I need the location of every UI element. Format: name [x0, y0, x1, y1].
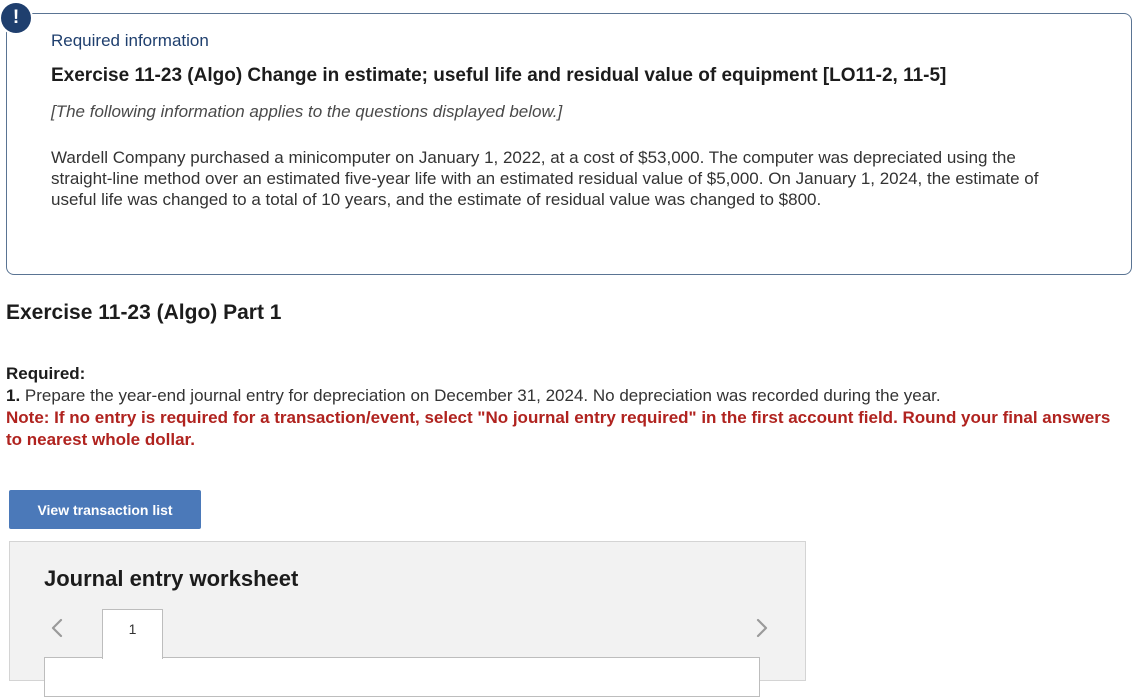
instruction-text: Prepare the year-end journal entry for d…: [20, 386, 941, 405]
alert-icon: !: [1, 3, 31, 33]
chevron-right-icon[interactable]: [751, 614, 773, 642]
part-title: Exercise 11-23 (Algo) Part 1: [6, 301, 282, 324]
journal-entry-worksheet: Journal entry worksheet 1: [9, 541, 806, 697]
rounding-note: Note: If no entry is required for a tran…: [6, 408, 1111, 449]
worksheet-tab-1[interactable]: 1: [102, 609, 163, 659]
exercise-title: Exercise 11-23 (Algo) Change in estimate…: [51, 65, 947, 86]
instruction: 1. Prepare the year-end journal entry fo…: [6, 386, 941, 406]
applies-note: [The following information applies to th…: [51, 102, 563, 121]
chevron-left-icon[interactable]: [46, 614, 68, 642]
required-label: Required:: [6, 364, 86, 383]
worksheet-title: Journal entry worksheet: [44, 566, 299, 591]
instruction-number: 1.: [6, 386, 21, 405]
required-information-heading: Required information: [51, 31, 209, 50]
required-information-panel: [6, 13, 1132, 275]
worksheet-entry-panel: [44, 657, 760, 697]
problem-description: Wardell Company purchased a minicomputer…: [51, 148, 1039, 209]
view-transaction-list-button[interactable]: View transaction list: [9, 490, 201, 529]
